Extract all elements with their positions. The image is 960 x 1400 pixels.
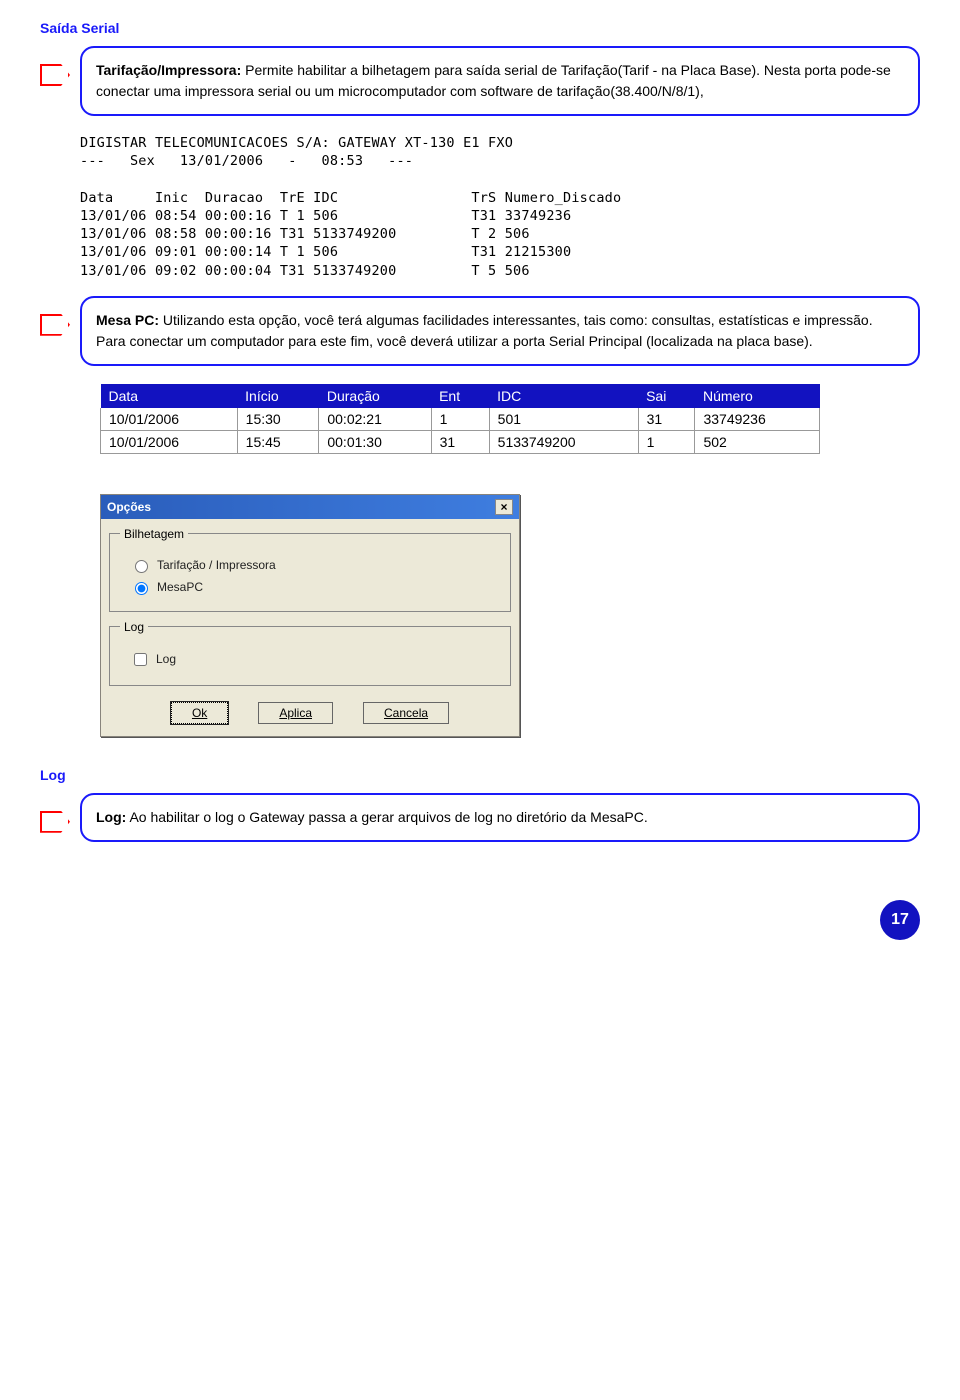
callout-label: Mesa PC: [96, 312, 159, 328]
ok-button[interactable]: Ok [171, 702, 228, 724]
page-number-badge: 17 [880, 900, 920, 940]
radio-mesapc[interactable]: MesaPC [130, 579, 500, 595]
radio-label: Tarifação / Impressora [157, 558, 276, 572]
table-cell: 15:45 [237, 430, 319, 453]
close-icon[interactable]: × [495, 499, 513, 515]
callout-mesapc: Mesa PC: Utilizando esta opção, você ter… [40, 296, 920, 366]
callout-label: Tarifação/Impressora: [96, 62, 241, 78]
table-cell: 31 [638, 408, 695, 431]
arrow-icon [40, 811, 70, 833]
apply-button[interactable]: Aplica [258, 702, 333, 724]
arrow-icon [40, 64, 70, 86]
table-cell: 5133749200 [489, 430, 638, 453]
table-row: 10/01/200615:4500:01:303151337492001502 [101, 430, 820, 453]
table-cell: 15:30 [237, 408, 319, 431]
callout-label: Log: [96, 809, 126, 825]
callout-box: Tarifação/Impressora: Permite habilitar … [80, 46, 920, 116]
window-buttons: Ok Aplica Cancela [101, 694, 519, 736]
callout-log: Log: Ao habilitar o log o Gateway passa … [40, 793, 920, 842]
data-table: DataInícioDuraçãoEntIDCSaiNúmero 10/01/2… [100, 384, 820, 454]
table-cell: 1 [638, 430, 695, 453]
terminal-output: DIGISTAR TELECOMUNICACOES S/A: GATEWAY X… [80, 134, 920, 280]
table-header: Ent [431, 384, 489, 408]
legend-log: Log [120, 620, 148, 634]
table-header: Sai [638, 384, 695, 408]
table-cell: 10/01/2006 [101, 430, 238, 453]
section-title-saida-serial: Saída Serial [40, 20, 920, 36]
legend-bilhetagem: Bilhetagem [120, 527, 188, 541]
table-row: 10/01/200615:3000:02:2115013133749236 [101, 408, 820, 431]
table-header: Início [237, 384, 319, 408]
table-cell: 1 [431, 408, 489, 431]
table-cell: 33749236 [695, 408, 820, 431]
table-cell: 31 [431, 430, 489, 453]
cancel-button[interactable]: Cancela [363, 702, 449, 724]
callout-tarifacao: Tarifação/Impressora: Permite habilitar … [40, 46, 920, 116]
table-header: Duração [319, 384, 431, 408]
callout-text: Ao habilitar o log o Gateway passa a ger… [126, 809, 647, 825]
callout-box: Mesa PC: Utilizando esta opção, você ter… [80, 296, 920, 366]
checkbox-log[interactable]: Log [130, 650, 500, 669]
radio-input-mesapc[interactable] [135, 582, 148, 595]
radio-label: MesaPC [157, 580, 203, 594]
checkbox-label: Log [156, 652, 176, 666]
callout-text: Utilizando esta opção, você terá algumas… [96, 312, 873, 349]
section-title-log: Log [40, 767, 920, 783]
table-header: Número [695, 384, 820, 408]
arrow-icon [40, 314, 70, 336]
window-title: Opções [107, 500, 151, 514]
table-cell: 10/01/2006 [101, 408, 238, 431]
checkbox-input-log[interactable] [134, 653, 147, 666]
table-cell: 502 [695, 430, 820, 453]
table-cell: 00:02:21 [319, 408, 431, 431]
table-cell: 501 [489, 408, 638, 431]
radio-tarifacao[interactable]: Tarifação / Impressora [130, 557, 500, 573]
table-header: Data [101, 384, 238, 408]
radio-input-tarifacao[interactable] [135, 560, 148, 573]
table-header: IDC [489, 384, 638, 408]
fieldset-bilhetagem: Bilhetagem Tarifação / Impressora MesaPC [109, 527, 511, 612]
table-cell: 00:01:30 [319, 430, 431, 453]
window-titlebar: Opções × [101, 495, 519, 519]
options-window: Opções × Bilhetagem Tarifação / Impresso… [100, 494, 520, 737]
callout-box: Log: Ao habilitar o log o Gateway passa … [80, 793, 920, 842]
fieldset-log: Log Log [109, 620, 511, 686]
